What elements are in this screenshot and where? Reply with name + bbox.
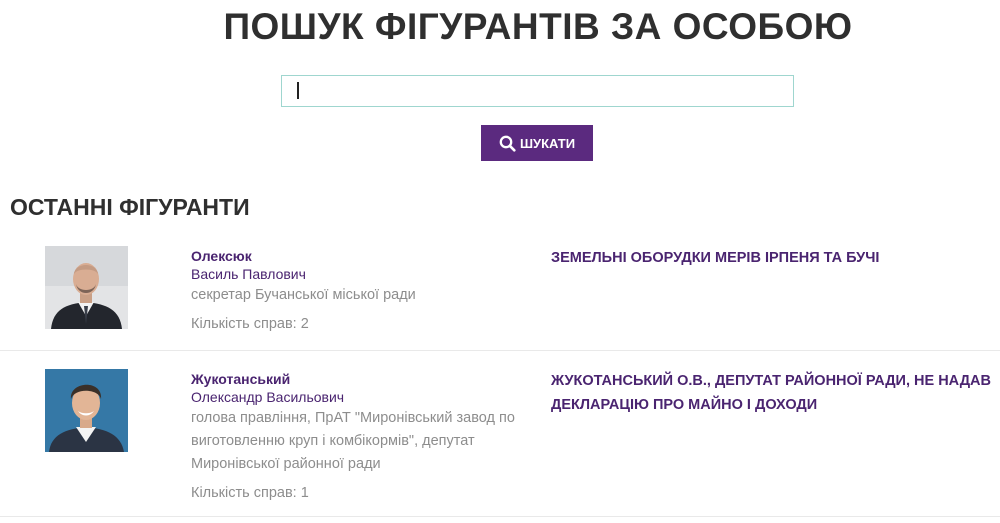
- cases-count: Кількість справ: 2: [191, 316, 309, 332]
- cases-count: Кількість справ: 1: [191, 485, 309, 501]
- page-title: ПОШУК ФІГУРАНТІВ ЗА ОСОБОЮ: [223, 6, 853, 47]
- person-surname[interactable]: Жукотанський: [191, 370, 521, 388]
- person-given-names[interactable]: Василь Павлович: [191, 265, 521, 283]
- person-photo[interactable]: [45, 246, 128, 329]
- person-given-names[interactable]: Олександр Васильович: [191, 388, 521, 406]
- person-surname[interactable]: Олексюк: [191, 247, 521, 265]
- text-caret: [297, 82, 299, 99]
- section-title: ОСТАННІ ФІГУРАНТИ: [10, 194, 250, 220]
- search-button[interactable]: ШУКАТИ: [481, 125, 593, 161]
- person-position: секретар Бучанської міської ради: [191, 287, 416, 303]
- case-link[interactable]: ЗЕМЕЛЬНІ ОБОРУДКИ МЕРІВ ІРПЕНЯ ТА БУЧІ: [551, 246, 991, 270]
- list-item: Олексюк Василь Павлович секретар Бучансь…: [0, 236, 1000, 351]
- case-link[interactable]: ЖУКОТАНСЬКИЙ О.В., ДЕПУТАТ РАЙОННОЇ РАДИ…: [551, 369, 991, 417]
- person-position: голова правління, ПрАТ "Миронівський зав…: [191, 410, 515, 472]
- list-item: Жукотанський Олександр Васильович голова…: [0, 351, 1000, 517]
- search-icon: [499, 135, 516, 152]
- person-photo[interactable]: [45, 369, 128, 452]
- search-input[interactable]: [281, 75, 794, 107]
- search-button-label: ШУКАТИ: [519, 135, 576, 151]
